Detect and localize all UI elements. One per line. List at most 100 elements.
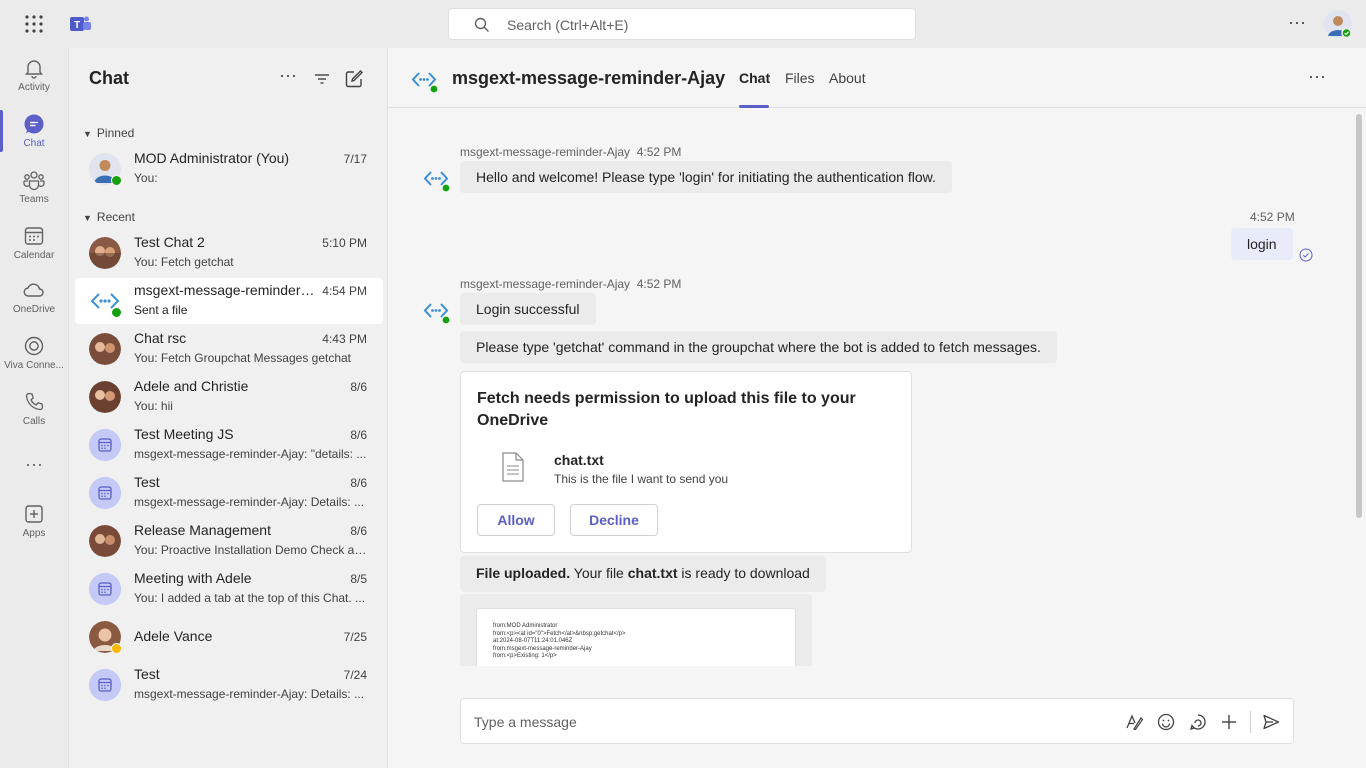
read-receipt-icon — [1299, 248, 1313, 262]
send-icon[interactable] — [1261, 712, 1281, 732]
pinned-section-header[interactable]: ▼ Pinned — [83, 126, 134, 140]
teams-icon — [23, 171, 45, 191]
tab-files[interactable]: Files — [785, 70, 815, 86]
bell-icon — [25, 60, 43, 79]
new-chat-icon[interactable] — [343, 68, 365, 90]
chat-icon — [24, 114, 44, 134]
rail-item-calls[interactable]: Calls — [0, 382, 68, 438]
apps-icon — [25, 505, 43, 523]
uploaded-status: File uploaded. — [476, 565, 571, 581]
rail-item-label: Teams — [19, 194, 49, 205]
emoji-icon[interactable] — [1156, 712, 1176, 732]
chat-item-test-2[interactable]: Test 7/24 msgext-message-reminder-Ajay: … — [75, 662, 383, 708]
meeting-calendar-icon — [89, 573, 121, 605]
chat-more-options-button[interactable]: ··· — [277, 65, 299, 87]
chat-item-mod-administrator[interactable]: MOD Administrator (You) 7/17 You: — [75, 146, 383, 192]
chat-item-release-management[interactable]: Release Management 8/6 You: Proactive In… — [75, 518, 383, 564]
chat-item-preview: You: Proactive Installation Demo Check a… — [134, 543, 368, 557]
uploaded-file-name[interactable]: chat.txt — [628, 565, 678, 581]
chat-item-preview: msgext-message-reminder-Ajay: Details: .… — [134, 495, 365, 509]
meeting-calendar-icon — [89, 669, 121, 701]
chat-item-time: 7/24 — [343, 668, 367, 682]
file-preview[interactable]: from:MOD Administrator from:<p><at id="0… — [460, 594, 812, 666]
allow-button[interactable]: Allow — [477, 504, 555, 536]
rail-item-teams[interactable]: Teams — [0, 160, 68, 216]
message-input[interactable] — [474, 711, 1074, 733]
chat-item-test[interactable]: Test 8/6 msgext-message-reminder-Ajay: D… — [75, 470, 383, 516]
chat-item-name: Adele and Christie — [134, 378, 249, 394]
chat-item-time: 8/6 — [350, 524, 367, 538]
caret-down-icon: ▼ — [83, 129, 92, 139]
chat-item-chat-rsc[interactable]: Chat rsc 4:43 PM You: Fetch Groupchat Me… — [75, 326, 383, 372]
calendar-icon — [24, 227, 44, 245]
chat-item-name: msgext-message-reminder-Ajay — [134, 282, 319, 298]
pinned-section-label: Pinned — [96, 126, 135, 140]
chat-item-name: Meeting with Adele — [134, 570, 252, 586]
chat-item-msgext-message-reminder-ajay[interactable]: msgext-message-reminder-Ajay 4:54 PM Sen… — [75, 278, 383, 324]
uploaded-text: Your file — [570, 565, 628, 581]
rail-item-label: Activity — [18, 82, 50, 93]
filter-icon[interactable] — [311, 68, 333, 90]
chat-item-time: 4:43 PM — [322, 332, 367, 346]
chat-item-meeting-with-adele[interactable]: Meeting with Adele 8/5 You: I added a ta… — [75, 566, 383, 612]
loop-component-icon[interactable] — [1188, 712, 1208, 732]
plus-icon[interactable] — [1219, 712, 1239, 732]
rail-item-calendar[interactable]: Calendar — [0, 216, 68, 272]
decline-button[interactable]: Decline — [570, 504, 658, 536]
teams-logo-icon: T — [70, 16, 91, 31]
settings-more-button[interactable]: ··· — [1284, 12, 1310, 36]
group-avatar — [89, 333, 121, 365]
user-avatar[interactable] — [1324, 10, 1352, 39]
rail-more-apps-button[interactable]: ··· — [0, 448, 68, 488]
rail-item-onedrive[interactable]: OneDrive — [0, 270, 68, 326]
message-sender: msgext-message-reminder-Ajay — [460, 277, 631, 291]
chat-item-name: MOD Administrator (You) — [134, 150, 290, 166]
search-input[interactable] — [507, 14, 887, 36]
rail-item-viva-connections[interactable]: Viva Conne... — [0, 326, 68, 382]
rail-item-chat[interactable]: Chat — [0, 104, 68, 160]
tab-about[interactable]: About — [829, 70, 866, 86]
group-avatar — [89, 237, 121, 269]
rail-item-label: Calls — [22, 416, 46, 427]
bot-avatar-icon — [411, 72, 438, 94]
format-icon[interactable] — [1124, 712, 1144, 732]
chat-item-preview: msgext-message-reminder-Ajay: "details: … — [134, 447, 367, 461]
search-box[interactable] — [448, 8, 916, 40]
svg-text:T: T — [74, 20, 80, 31]
chat-item-name: Release Management — [134, 522, 271, 538]
chat-item-name: Adele Vance — [134, 628, 213, 644]
chat-item-test-meeting-js[interactable]: Test Meeting JS 8/6 msgext-message-remin… — [75, 422, 383, 468]
file-preview-document: from:MOD Administrator from:<p><at id="0… — [476, 608, 796, 666]
meeting-calendar-icon — [89, 477, 121, 509]
conversation-more-button[interactable]: ··· — [1308, 66, 1326, 87]
scrollbar[interactable] — [1356, 114, 1362, 518]
chat-list-pane: Chat ··· ▼ Pinned MOD Administrator (You)… — [68, 48, 388, 768]
recent-section-header[interactable]: ▼ Recent — [83, 210, 135, 224]
preview-line: from:<p>Existing: 1</p> — [493, 653, 557, 660]
phone-icon — [25, 392, 44, 411]
chat-item-time: 8/5 — [350, 572, 367, 586]
chat-item-time: 7/25 — [343, 630, 367, 644]
chat-item-time: 7/17 — [343, 152, 367, 166]
group-avatar — [89, 525, 121, 557]
rail-item-apps[interactable]: Apps — [0, 494, 68, 550]
cloud-icon — [23, 283, 44, 297]
tab-chat[interactable]: Chat — [739, 70, 770, 86]
preview-line: from:MOD Administrator — [493, 623, 558, 629]
chat-item-test-chat-2[interactable]: Test Chat 2 5:10 PM You: Fetch getchat — [75, 230, 383, 276]
conversation-header: msgext-message-reminder-Ajay Chat Files … — [388, 48, 1366, 108]
chat-item-preview: You: hii — [134, 399, 173, 413]
rail-item-activity[interactable]: Activity — [0, 48, 68, 104]
chat-item-adele-and-christie[interactable]: Adele and Christie 8/6 You: hii — [75, 374, 383, 420]
message-sender: msgext-message-reminder-Ajay — [460, 145, 631, 159]
chat-item-preview: msgext-message-reminder-Ajay: Details: .… — [134, 687, 365, 701]
app-launcher-icon[interactable] — [24, 14, 44, 34]
file-consent-card: Fetch needs permission to upload this fi… — [460, 371, 912, 553]
top-bar: T ··· — [0, 0, 1366, 48]
chat-item-name: Test — [134, 474, 160, 490]
chat-item-adele-vance[interactable]: Adele Vance 7/25 — [75, 614, 383, 660]
my-message-bubble: login — [1231, 228, 1293, 260]
rail-item-label: Viva Conne... — [4, 360, 64, 371]
rail-item-label: Chat — [23, 138, 45, 149]
message-time: 4:52 PM — [636, 145, 682, 159]
